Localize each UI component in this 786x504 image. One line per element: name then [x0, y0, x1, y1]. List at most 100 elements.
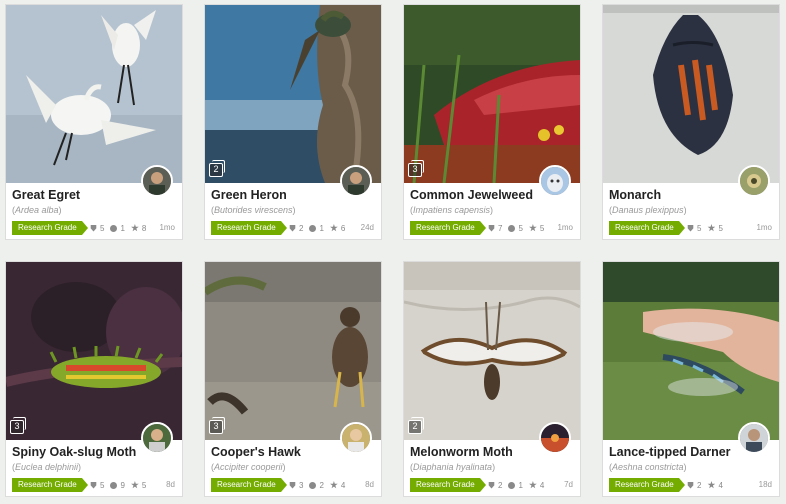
observation-grid: Great Egret (Ardea alba) Research Grade … — [5, 4, 781, 504]
jewelweed-photo — [404, 5, 580, 183]
research-grade-badge: Research Grade — [410, 478, 486, 492]
darner-dragonfly-photo — [603, 262, 779, 440]
user-avatar-icon — [342, 167, 370, 195]
observation-card[interactable]: 3 Cooper's Hawk (Accipiter cooperii) Res… — [204, 261, 382, 497]
scientific-name: (Butorides virescens) — [211, 205, 296, 215]
fave-star-icon — [707, 481, 716, 489]
observation-card[interactable]: Great Egret (Ardea alba) Research Grade … — [5, 4, 183, 240]
observation-stats: 3 2 4 — [289, 479, 345, 491]
common-name[interactable]: Spiny Oak-slug Moth — [12, 445, 140, 459]
time-ago: 24d — [360, 223, 374, 232]
observation-photo[interactable] — [6, 262, 182, 440]
observation-stats: 2 4 — [687, 479, 723, 491]
observation-card[interactable]: Monarch (Danaus plexippus) Research Grad… — [602, 4, 780, 240]
time-ago: 18d — [758, 480, 772, 489]
identification-icon — [289, 481, 296, 489]
common-name[interactable]: Lance-tipped Darner — [609, 445, 737, 459]
observer-avatar[interactable] — [738, 422, 770, 454]
scientific-name: (Aeshna constricta) — [609, 462, 687, 472]
observation-photo[interactable] — [6, 5, 182, 183]
fave-star-icon — [529, 224, 537, 232]
monarch-chrysalis-photo — [603, 5, 779, 183]
egret-photo — [6, 5, 182, 183]
observation-photo[interactable] — [404, 5, 580, 183]
comment-icon — [110, 481, 118, 489]
fave-star-icon — [330, 481, 338, 489]
identification-icon — [687, 481, 694, 489]
fave-star-icon — [707, 224, 716, 232]
observation-photo[interactable] — [404, 262, 580, 440]
observer-avatar[interactable] — [738, 165, 770, 197]
scientific-name: (Impatiens capensis) — [410, 205, 494, 215]
time-ago: 7d — [564, 480, 573, 489]
photo-count-badge: 2 — [408, 417, 424, 434]
research-grade-badge: Research Grade — [410, 221, 486, 235]
scientific-name: (Diaphania hyalinata) — [410, 462, 496, 472]
user-avatar-icon — [143, 424, 171, 452]
time-ago: 1mo — [159, 223, 175, 232]
fave-star-icon — [131, 481, 139, 489]
observation-stats: 5 1 8 — [90, 222, 146, 234]
observation-stats: 7 5 5 — [488, 222, 544, 234]
research-grade-badge: Research Grade — [609, 221, 685, 235]
observer-avatar[interactable] — [141, 165, 173, 197]
common-name[interactable]: Monarch — [609, 188, 737, 202]
fave-star-icon — [131, 224, 139, 232]
common-name[interactable]: Green Heron — [211, 188, 339, 202]
common-name[interactable]: Great Egret — [12, 188, 140, 202]
observer-avatar[interactable] — [539, 422, 571, 454]
time-ago: 8d — [166, 480, 175, 489]
photo-count-badge: 3 — [209, 417, 225, 434]
identification-icon — [488, 481, 495, 489]
observation-stats: 5 5 — [687, 222, 723, 234]
melonworm-moth-photo — [404, 262, 580, 440]
comment-icon — [309, 481, 317, 489]
observation-card[interactable]: 2 Melonworm Moth (Diaphania hyalinata) R… — [403, 261, 581, 497]
observer-avatar[interactable] — [340, 422, 372, 454]
identification-icon — [687, 224, 694, 232]
user-avatar-icon — [740, 424, 768, 452]
heron-photo — [205, 5, 381, 183]
observation-card[interactable]: Lance-tipped Darner (Aeshna constricta) … — [602, 261, 780, 497]
common-name[interactable]: Common Jewelweed — [410, 188, 538, 202]
research-grade-badge: Research Grade — [12, 221, 88, 235]
observation-stats: 2 1 4 — [488, 479, 544, 491]
observation-card[interactable]: 2 Green Heron (Butorides virescens) Rese… — [204, 4, 382, 240]
oak-slug-caterpillar-photo — [6, 262, 182, 440]
observation-card[interactable]: 3 Common Jewelweed (Impatiens capensis) … — [403, 4, 581, 240]
user-avatar-icon — [342, 424, 370, 452]
observation-photo[interactable] — [205, 262, 381, 440]
comment-icon — [508, 481, 516, 489]
observation-photo[interactable] — [603, 5, 779, 183]
time-ago: 1mo — [557, 223, 573, 232]
common-name[interactable]: Melonworm Moth — [410, 445, 538, 459]
photo-count-badge: 2 — [209, 160, 225, 177]
fave-star-icon — [529, 481, 537, 489]
comment-icon — [110, 224, 118, 232]
common-name[interactable]: Cooper's Hawk — [211, 445, 339, 459]
identification-icon — [90, 481, 97, 489]
comment-icon — [508, 224, 516, 232]
photo-count-badge: 3 — [10, 417, 26, 434]
fave-star-icon — [330, 224, 338, 232]
user-avatar-icon — [740, 167, 768, 195]
scientific-name: (Danaus plexippus) — [609, 205, 687, 215]
observation-stats: 2 1 6 — [289, 222, 345, 234]
research-grade-badge: Research Grade — [609, 478, 685, 492]
photo-count-badge: 3 — [408, 160, 424, 177]
observation-card[interactable]: 3 Spiny Oak-slug Moth (Euclea delphinii)… — [5, 261, 183, 497]
scientific-name: (Euclea delphinii) — [12, 462, 82, 472]
observer-avatar[interactable] — [340, 165, 372, 197]
user-avatar-icon — [541, 424, 569, 452]
user-avatar-icon — [143, 167, 171, 195]
scientific-name: (Ardea alba) — [12, 205, 62, 215]
observer-avatar[interactable] — [141, 422, 173, 454]
comment-icon — [309, 224, 317, 232]
identification-icon — [289, 224, 296, 232]
observation-photo[interactable] — [603, 262, 779, 440]
identification-icon — [90, 224, 97, 232]
observer-avatar[interactable] — [539, 165, 571, 197]
observation-photo[interactable] — [205, 5, 381, 183]
scientific-name: (Accipiter cooperii) — [211, 462, 286, 472]
observation-stats: 5 9 5 — [90, 479, 146, 491]
